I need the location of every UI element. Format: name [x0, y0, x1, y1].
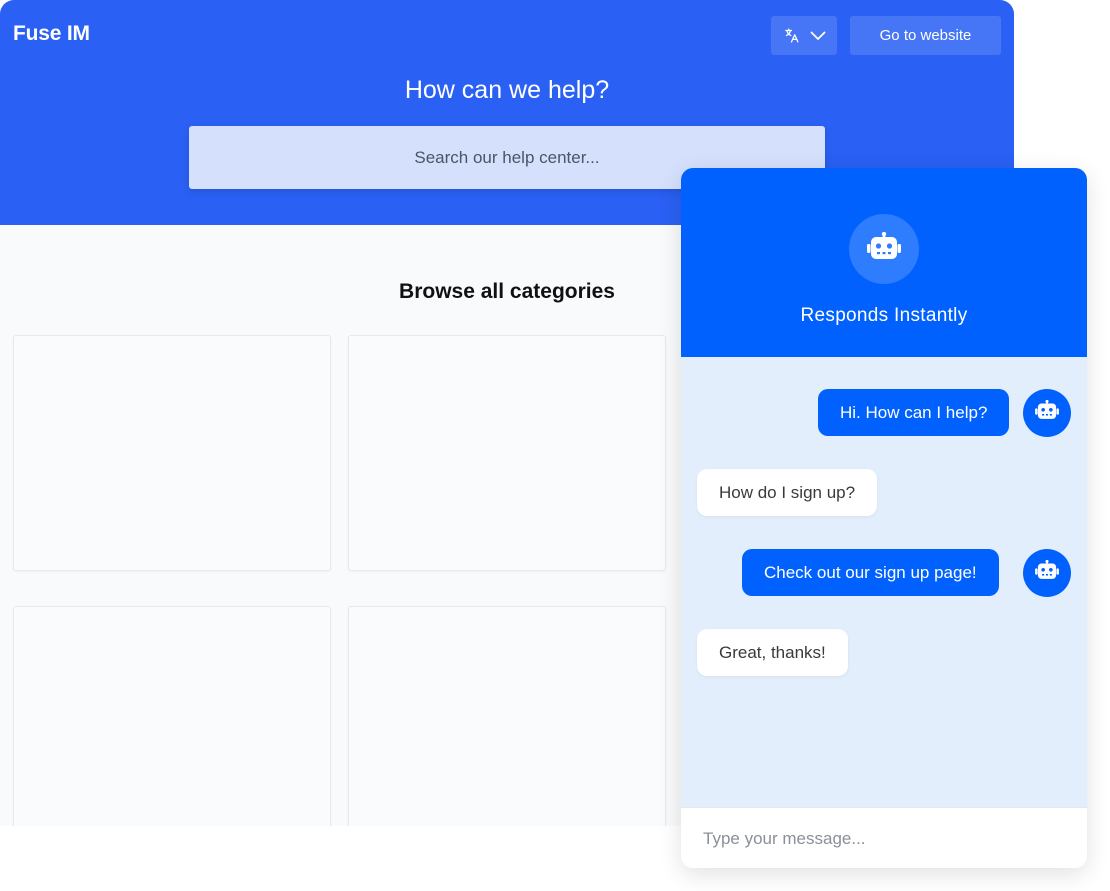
robot-icon	[1035, 399, 1059, 426]
category-card[interactable]	[13, 335, 331, 571]
translate-icon	[783, 27, 800, 44]
category-card[interactable]	[13, 606, 331, 826]
chat-header: Responds Instantly	[681, 168, 1087, 357]
chat-widget: Responds Instantly Hi. How can I help? H…	[681, 168, 1087, 868]
chat-message-avatar	[1023, 549, 1071, 597]
category-card[interactable]	[348, 606, 666, 826]
page-title: How can we help?	[404, 76, 610, 104]
category-card[interactable]	[348, 335, 666, 571]
language-selector[interactable]	[771, 16, 837, 55]
go-to-website-button[interactable]: Go to website	[850, 16, 1001, 55]
robot-icon	[867, 231, 901, 267]
chat-message-input[interactable]	[681, 808, 1087, 868]
chat-title: Responds Instantly	[800, 305, 968, 326]
chat-message-user: How do I sign up?	[697, 469, 878, 516]
chat-message-avatar	[1023, 389, 1071, 437]
chat-message-user: Great, thanks!	[697, 629, 848, 676]
chat-bot-avatar	[849, 214, 919, 284]
robot-icon	[1035, 559, 1059, 586]
chat-message-bot: Check out our sign up page!	[742, 549, 999, 596]
chat-input-bar	[681, 807, 1087, 868]
chevron-down-icon	[810, 31, 826, 41]
chat-message-bot: Hi. How can I help?	[818, 389, 1010, 436]
brand-logo[interactable]: Fuse IM	[13, 22, 90, 46]
